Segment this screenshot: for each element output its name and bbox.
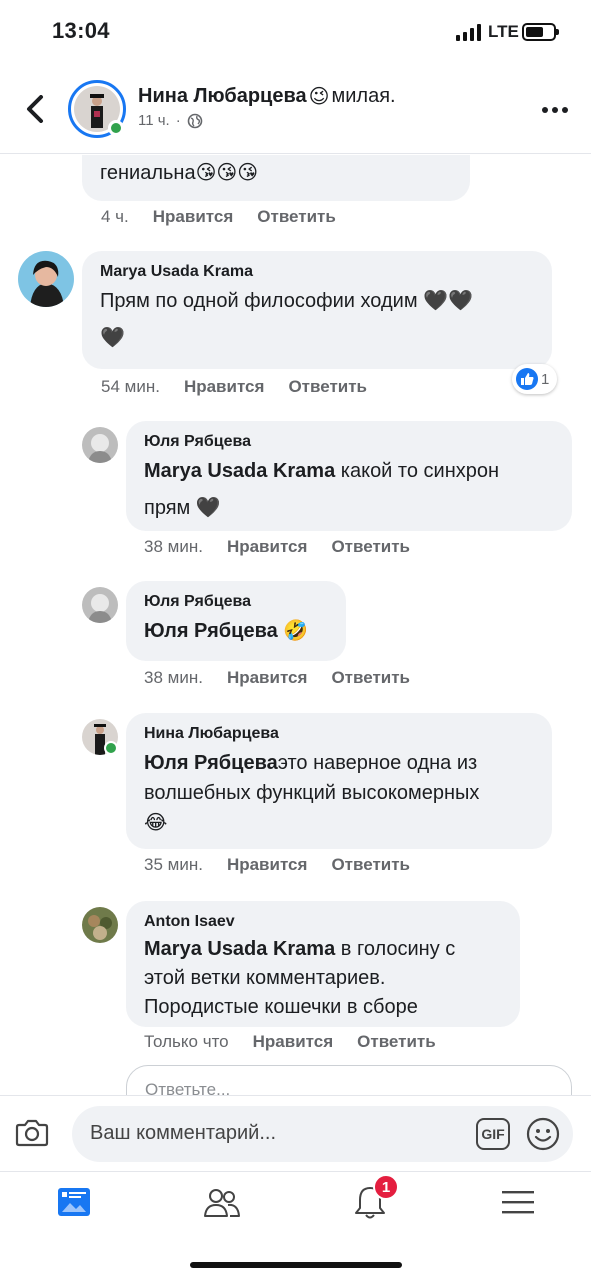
comment-time: 38 мин.: [144, 668, 203, 687]
reply-button[interactable]: Ответить: [288, 377, 367, 397]
menu-icon: [502, 1191, 534, 1214]
signal-icon: [456, 24, 481, 41]
chevron-left-icon: [27, 95, 43, 123]
reply-button[interactable]: Ответить: [357, 1032, 436, 1052]
like-button[interactable]: Нравится: [153, 207, 234, 227]
reply-button[interactable]: Ответить: [331, 668, 410, 688]
status-time: 13:04: [52, 18, 110, 43]
avatar[interactable]: [82, 907, 118, 943]
meta-separator: ·: [175, 112, 181, 129]
comment-author[interactable]: Юля Рябцева: [144, 431, 554, 453]
like-button[interactable]: Нравится: [227, 855, 308, 875]
comment-time: 4 ч.: [101, 207, 129, 226]
comment-text: Marya Usada Krama в голосину с этой ветк…: [144, 938, 456, 1018]
notification-badge: 1: [373, 1174, 399, 1200]
feed-icon: [58, 1188, 90, 1216]
avatar[interactable]: [82, 427, 118, 463]
tab-menu[interactable]: [488, 1180, 548, 1224]
like-reaction-icon: [516, 368, 538, 390]
like-button[interactable]: Нравится: [253, 1032, 334, 1052]
comment-text: Marya Usada Krama какой то синхрон прям …: [144, 460, 500, 519]
comment-text: гениальна😘😘😘: [100, 162, 259, 184]
friends-icon: [204, 1189, 240, 1217]
online-status-icon: [104, 741, 118, 755]
avatar[interactable]: [18, 251, 74, 307]
like-button[interactable]: Нравится: [227, 537, 308, 557]
network-label: LTE: [488, 22, 519, 41]
comment-author[interactable]: Marya Usada Krama: [100, 261, 534, 283]
comment-actions: 38 мин. Нравится Ответить: [144, 537, 410, 557]
reply-input[interactable]: Ответьте...: [126, 1065, 572, 1095]
feeling-label: милая.: [331, 85, 396, 107]
comment-thread: гениальна😘😘😘 4 ч. Нравится Ответить Mary…: [0, 155, 591, 1095]
tab-friends[interactable]: [192, 1180, 252, 1224]
comment-bubble[interactable]: Юля Рябцева Marya Usada Krama какой то с…: [126, 421, 572, 531]
comment-author[interactable]: Нина Любарцева: [144, 723, 534, 745]
reply-button[interactable]: Ответить: [331, 855, 410, 875]
comment-bubble[interactable]: Marya Usada Krama Прям по одной философи…: [82, 251, 552, 369]
post-meta: 11 ч. ·: [138, 112, 203, 129]
reply-button[interactable]: Ответить: [331, 537, 410, 557]
camera-icon[interactable]: [14, 1114, 50, 1150]
more-options-button[interactable]: [540, 100, 570, 120]
globe-icon: [187, 113, 203, 128]
comment-bubble[interactable]: Юля Рябцева Юля Рябцева 🤣: [126, 581, 346, 661]
comment-bubble[interactable]: Anton Isaev Marya Usada Krama в голосину…: [126, 901, 520, 1027]
comment-text: Прям по одной философии ходим 🖤🖤 🖤: [100, 290, 473, 349]
back-button[interactable]: [18, 90, 52, 128]
gif-button[interactable]: GIF: [476, 1118, 510, 1150]
home-indicator: [190, 1262, 402, 1268]
reaction-summary[interactable]: 1: [512, 364, 558, 394]
comment-input[interactable]: Ваш комментарий... GIF: [72, 1106, 573, 1162]
emoji-icon[interactable]: [526, 1117, 560, 1151]
comment-actions: 35 мин. Нравится Ответить: [144, 855, 410, 875]
comment-text: Юля Рябцева 🤣: [144, 620, 309, 642]
reply-button[interactable]: Ответить: [257, 207, 336, 227]
comment-input-placeholder: Ваш комментарий...: [90, 1122, 277, 1144]
kiss-emoji: 😘😘😘: [195, 162, 259, 184]
tab-feed[interactable]: [44, 1180, 104, 1224]
comment-time: 35 мин.: [144, 855, 203, 874]
comment-actions: 4 ч. Нравится Ответить: [101, 207, 336, 227]
status-bar: 13:04 LTE: [0, 0, 591, 64]
comment-time: 54 мин.: [101, 377, 160, 396]
comment-bubble[interactable]: гениальна😘😘😘: [82, 155, 470, 201]
comment-actions: 38 мин. Нравится Ответить: [144, 668, 410, 688]
comment-actions: Только что Нравится Ответить: [144, 1032, 436, 1052]
comment-time: Только что: [144, 1032, 229, 1051]
mention[interactable]: Marya Usada Krama: [144, 460, 335, 482]
mention[interactable]: Юля Рябцева: [144, 752, 278, 774]
comment-composer: Ваш комментарий... GIF: [0, 1095, 591, 1170]
comment-text: Юля Рябцеваэто наверное одна из волшебны…: [144, 752, 480, 834]
post-author[interactable]: Нина Любарцева 😉 милая.: [138, 84, 396, 109]
post-time: 11 ч.: [138, 112, 170, 129]
mention[interactable]: Marya Usada Krama: [144, 938, 335, 960]
mention[interactable]: Юля Рябцева: [144, 620, 278, 642]
feeling-emoji: 😉: [308, 86, 330, 108]
comment-author[interactable]: Anton Isaev: [144, 911, 502, 933]
reaction-count: 1: [541, 370, 550, 388]
comment-actions: 54 мин. Нравится Ответить: [101, 377, 367, 397]
battery-icon: [522, 23, 559, 41]
online-status-icon: [108, 120, 124, 136]
avatar[interactable]: [82, 587, 118, 623]
like-button[interactable]: Нравится: [184, 377, 265, 397]
comment-author[interactable]: Юля Рябцева: [144, 591, 328, 613]
like-button[interactable]: Нравится: [227, 668, 308, 688]
comment-time: 38 мин.: [144, 537, 203, 556]
post-header: Нина Любарцева 😉 милая. 11 ч. ·: [0, 70, 591, 154]
comment-bubble[interactable]: Нина Любарцева Юля Рябцеваэто наверное о…: [126, 713, 552, 849]
